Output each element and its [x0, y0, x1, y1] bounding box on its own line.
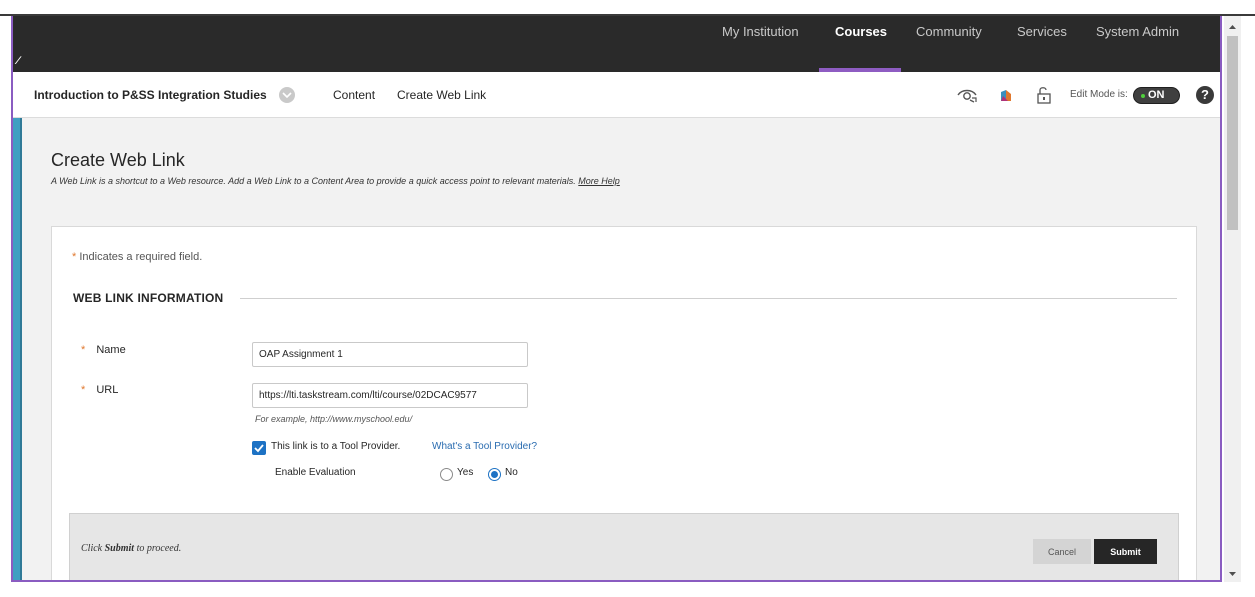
browser-frame: ∕ My Institution Courses Community Servi… [0, 0, 1255, 597]
section-heading: WEB LINK INFORMATION [73, 291, 224, 305]
course-bar: Introduction to P&SS Integration Studies… [13, 72, 1220, 118]
url-input[interactable]: https://lti.taskstream.com/lti/course/02… [252, 383, 528, 408]
scroll-up-arrow-icon[interactable] [1224, 20, 1241, 34]
page-title: Create Web Link [51, 150, 185, 170]
help-icon[interactable]: ? [1196, 86, 1214, 104]
nav-community[interactable]: Community [916, 24, 982, 39]
scrollbar-thumb[interactable] [1227, 36, 1238, 230]
course-menu-chevron-icon[interactable] [279, 87, 295, 103]
name-label-text: Name [96, 344, 126, 356]
tool-provider-label[interactable]: This link is to a Tool Provider. [271, 441, 400, 452]
proceed-prefix: Click [81, 543, 103, 554]
pin-icon[interactable]: ∕ [17, 55, 29, 69]
proceed-suffix: to proceed. [136, 543, 182, 554]
url-hint: For example, http://www.myschool.edu/ [255, 414, 413, 424]
evaluation-yes-label[interactable]: Yes [457, 467, 473, 478]
nav-system-admin[interactable]: System Admin [1096, 24, 1179, 39]
course-title[interactable]: Introduction to P&SS Integration Studies [34, 88, 267, 102]
tool-provider-help-link[interactable]: What's a Tool Provider? [432, 441, 537, 452]
scroll-down-arrow-icon[interactable] [1224, 567, 1241, 581]
required-field-note: * Indicates a required field. [72, 251, 202, 263]
edit-mode-label: Edit Mode is: [1070, 89, 1128, 100]
enable-evaluation-label: Enable Evaluation [275, 467, 356, 478]
page-description-text: A Web Link is a shortcut to a Web resour… [51, 176, 576, 186]
url-field-label: * URL [81, 384, 118, 396]
section-divider [240, 298, 1177, 299]
edit-mode-toggle[interactable]: ON [1133, 87, 1180, 104]
url-label-text: URL [96, 384, 119, 396]
evaluation-yes-radio[interactable] [440, 468, 453, 481]
more-help-link[interactable]: More Help [578, 176, 620, 186]
required-note-text: Indicates a required field. [79, 251, 203, 263]
required-star: * [72, 251, 77, 263]
student-preview-icon[interactable] [956, 84, 978, 106]
color-palette-icon[interactable] [996, 84, 1018, 106]
edit-mode-state: ON [1148, 89, 1165, 101]
name-input[interactable]: OAP Assignment 1 [252, 342, 528, 367]
proceed-instruction: Click Submit to proceed. [81, 543, 181, 554]
nav-my-institution[interactable]: My Institution [722, 24, 799, 39]
submit-bar [69, 513, 1179, 582]
nav-courses[interactable]: Courses [835, 24, 887, 39]
cancel-button[interactable]: Cancel [1033, 539, 1091, 564]
proceed-emphasis: Submit [104, 543, 135, 554]
left-accent-strip-edge [20, 118, 22, 582]
page-description: A Web Link is a shortcut to a Web resour… [51, 176, 620, 186]
submit-button[interactable]: Submit [1094, 539, 1157, 564]
tool-provider-checkbox[interactable] [252, 441, 266, 455]
name-required-star: * [81, 344, 86, 356]
evaluation-no-label[interactable]: No [505, 467, 518, 478]
edit-mode-status-dot [1141, 94, 1145, 98]
breadcrumb-create-web-link: Create Web Link [397, 88, 487, 102]
nav-services[interactable]: Services [1017, 24, 1067, 39]
url-required-star: * [81, 384, 86, 396]
top-navigation: ∕ My Institution Courses Community Servi… [13, 16, 1220, 72]
name-field-label: * Name [81, 344, 126, 356]
unlock-icon[interactable] [1033, 84, 1055, 106]
breadcrumb-content[interactable]: Content [333, 88, 375, 102]
evaluation-no-radio[interactable] [488, 468, 501, 481]
